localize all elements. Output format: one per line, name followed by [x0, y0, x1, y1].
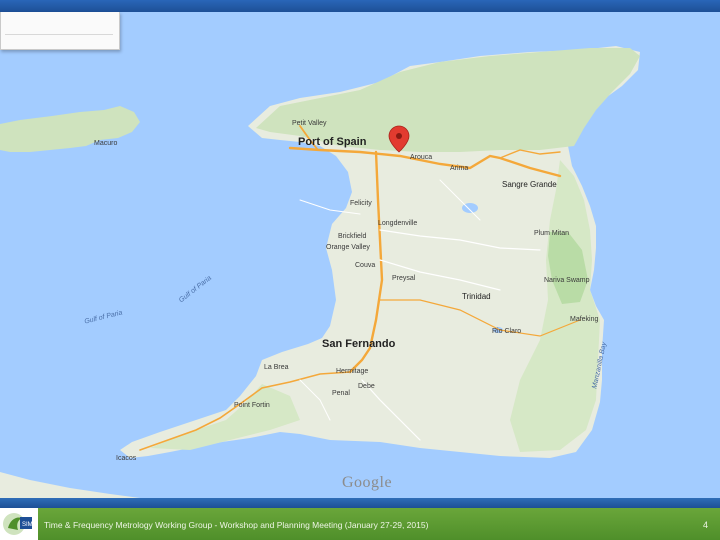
footer-strip — [0, 498, 720, 508]
label-point-fortin: Point Fortin — [234, 402, 270, 409]
google-logo: Google — [342, 474, 393, 491]
label-macuro: Macuro — [94, 140, 118, 147]
label-hermitage: Hermitage — [336, 368, 369, 375]
label-san-fernando: San Fernando — [322, 338, 396, 350]
top-band — [0, 0, 720, 12]
label-la-brea: La Brea — [264, 364, 289, 371]
svg-text:SIM: SIM — [22, 522, 33, 528]
label-couva: Couva — [355, 262, 376, 269]
page-number: 4 — [702, 520, 708, 530]
label-petit-valley: Petit Valley — [292, 120, 327, 127]
label-arouca: Arouca — [410, 154, 433, 161]
panel-divider — [5, 34, 113, 35]
label-longdenville: Longdenville — [378, 220, 418, 227]
label-icacos: Icacos — [116, 455, 137, 462]
label-debe: Debe — [358, 383, 375, 390]
label-brickfield: Brickfield — [338, 233, 367, 240]
label-arima: Arima — [450, 165, 469, 172]
map[interactable] — [0, 12, 720, 498]
sim-logo-icon: SIM — [0, 508, 38, 540]
label-orange-valley: Orange Valley — [326, 244, 370, 251]
slide: Macuro Petit Valley Port of Spain Arouca… — [0, 0, 720, 540]
label-plum-mitan: Plum Mitan — [534, 230, 570, 237]
label-mafeking: Mafeking — [570, 316, 599, 323]
label-felicity: Felicity — [350, 200, 372, 207]
label-sangre-grande: Sangre Grande — [502, 180, 557, 189]
label-penal: Penal — [332, 390, 350, 397]
label-rio-claro: Rio Claro — [492, 328, 522, 335]
label-trinidad: Trinidad — [462, 292, 491, 301]
map-control-panel[interactable] — [0, 12, 120, 50]
label-port-of-spain: Port of Spain — [298, 136, 367, 148]
label-preysal: Preysal — [392, 275, 416, 282]
label-nariva-swamp: Nariva Swamp — [544, 277, 590, 284]
footer-text: Time & Frequency Metrology Working Group… — [44, 520, 429, 530]
